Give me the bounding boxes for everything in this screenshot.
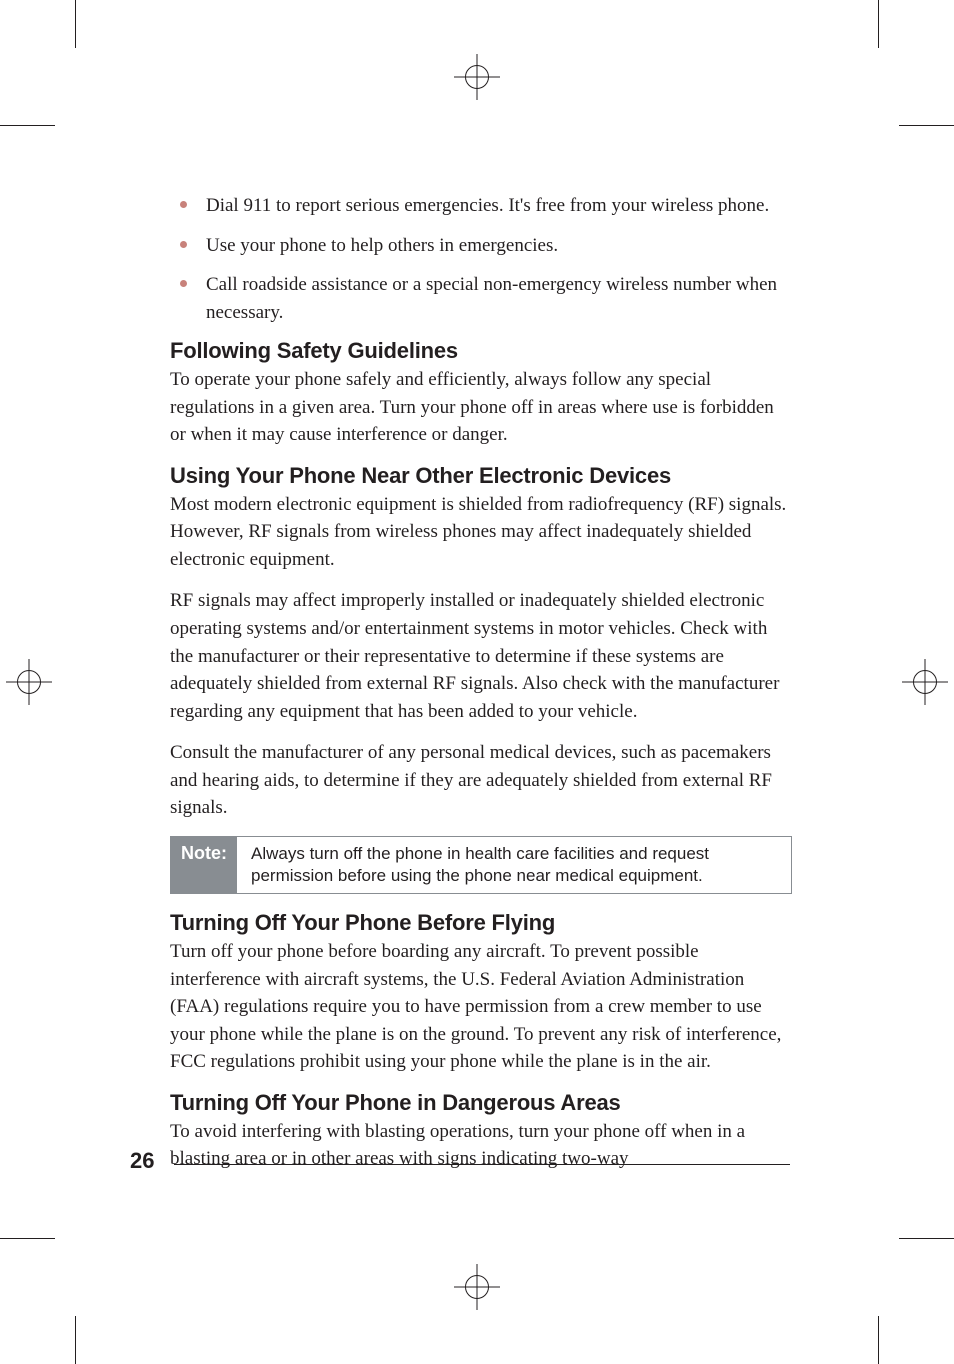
crop-mark — [878, 0, 879, 48]
registration-mark-icon — [6, 659, 52, 705]
body-text: Consult the manufacturer of any personal… — [170, 739, 790, 822]
heading-dangerous: Turning Off Your Phone in Dangerous Area… — [170, 1090, 790, 1116]
body-text: Most modern electronic equipment is shie… — [170, 491, 790, 574]
crop-mark — [899, 125, 954, 126]
list-item: Use your phone to help others in emergen… — [170, 232, 790, 260]
list-item: Call roadside assistance or a special no… — [170, 271, 790, 326]
registration-mark-icon — [454, 54, 500, 100]
bullet-icon — [180, 201, 187, 208]
list-item: Dial 911 to report serious emergencies. … — [170, 192, 790, 220]
bullet-icon — [180, 241, 187, 248]
body-text: RF signals may affect improperly install… — [170, 587, 790, 725]
crop-mark — [0, 125, 55, 126]
body-text: To operate your phone safely and efficie… — [170, 366, 790, 449]
bullet-icon — [180, 280, 187, 287]
note-text: Always turn off the phone in health care… — [237, 837, 791, 893]
heading-following-guidelines: Following Safety Guidelines — [170, 338, 790, 364]
bullet-text: Use your phone to help others in emergen… — [206, 235, 558, 256]
crop-mark — [899, 1238, 954, 1239]
crop-mark — [75, 1316, 76, 1364]
page-footer: 26 — [130, 1148, 790, 1174]
registration-mark-icon — [454, 1264, 500, 1310]
heading-near-electronics: Using Your Phone Near Other Electronic D… — [170, 463, 790, 489]
registration-mark-icon — [902, 659, 948, 705]
body-text: Turn off your phone before boarding any … — [170, 938, 790, 1076]
page-number: 26 — [130, 1148, 154, 1173]
crop-mark — [75, 0, 76, 48]
page: Dial 911 to report serious emergencies. … — [0, 0, 954, 1364]
crop-mark — [0, 1238, 55, 1239]
bullet-text: Dial 911 to report serious emergencies. … — [206, 195, 769, 216]
bullet-text: Call roadside assistance or a special no… — [206, 274, 777, 323]
note-label: Note: — [171, 837, 237, 893]
content-area: Dial 911 to report serious emergencies. … — [170, 192, 790, 1173]
footer-rule — [174, 1164, 790, 1166]
bullet-list: Dial 911 to report serious emergencies. … — [170, 192, 790, 326]
note-box: Note: Always turn off the phone in healt… — [170, 836, 792, 894]
heading-flying: Turning Off Your Phone Before Flying — [170, 910, 790, 936]
crop-mark — [878, 1316, 879, 1364]
